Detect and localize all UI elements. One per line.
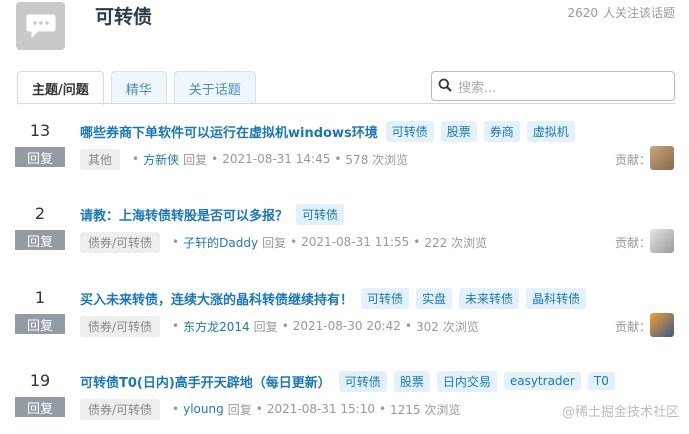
question-title-line: 可转债T0(日内)高手开天辟地（每日更新） 可转债 股票 日内交易 easytr… xyxy=(80,370,622,392)
tab-about[interactable]: 关于话题 xyxy=(173,71,256,104)
followers-label: 人关注该话题 xyxy=(602,6,675,20)
separator-dot: • xyxy=(211,152,219,166)
action-label: 回复 xyxy=(183,152,208,167)
action-label: 回复 xyxy=(227,402,252,417)
separator-dot: • xyxy=(172,235,180,249)
followers-count: 2620 人关注该话题 xyxy=(567,4,675,21)
topic-tag[interactable]: 可转债 xyxy=(338,370,387,392)
topic-tag[interactable]: T0 xyxy=(587,372,615,390)
tab-topics[interactable]: 主题/问题 xyxy=(17,71,104,105)
topic-tag[interactable]: 可转债 xyxy=(296,203,345,225)
topic-tag[interactable]: 股票 xyxy=(440,120,477,142)
question-title-line: 买入未来转债，连续大涨的晶科转债继续持有！ 可转债 实盘 未来转债 晶科转债 xyxy=(80,287,593,309)
watermark: @稀土掘金技术社区 xyxy=(561,405,679,420)
tab-featured[interactable]: 精华 xyxy=(110,71,167,104)
contributors-label: 贡献： xyxy=(615,236,652,250)
reply-count: 2 xyxy=(34,204,46,223)
page-title: 可转债 xyxy=(95,6,153,28)
separator-dot: • xyxy=(378,402,387,416)
avatar[interactable] xyxy=(650,146,674,170)
question-title-link[interactable]: 可转债T0(日内)高手开天辟地（每日更新） xyxy=(80,372,331,391)
question-title-line: 请教：上海转债转股是否可以多报？ 可转债 xyxy=(80,203,351,225)
author-link[interactable]: 东方龙2014 xyxy=(183,318,250,335)
separator-dot: • xyxy=(281,319,289,333)
question-title-link[interactable]: 哪些券商下单软件可以运行在虚拟机windows环境 xyxy=(80,122,378,141)
reply-count: 1 xyxy=(34,288,46,307)
question-meta: 债券/可转债 • yloung 回复 • 2021-08-31 15:10 • … xyxy=(80,398,461,420)
topic-tag[interactable]: easytrader xyxy=(503,372,581,390)
avatar[interactable] xyxy=(650,313,674,337)
timestamp: 2021-08-31 14:45 xyxy=(222,152,331,166)
topic-page: 可转债 2620 人关注该话题 主题/问题 精华 关于话题 搜索... 13 回复… xyxy=(0,0,689,434)
view-count: 222 次浏览 xyxy=(424,235,488,250)
search-input[interactable]: 搜索... xyxy=(431,71,675,101)
question-title-line: 哪些券商下单软件可以运行在虚拟机windows环境 可转债 股票 券商 虚拟机 xyxy=(80,120,582,142)
separator-dot: • xyxy=(290,235,298,249)
question-meta: 债券/可转债 • 东方龙2014 回复 • 2021-08-30 20:42 •… xyxy=(80,315,479,337)
action-label: 回复 xyxy=(253,319,278,334)
author-link[interactable]: 方新侠 xyxy=(143,151,179,168)
author-link[interactable]: yloung xyxy=(183,402,224,416)
reply-badge: 回复 xyxy=(15,147,65,167)
separator-dot: • xyxy=(172,402,180,416)
separator-dot: • xyxy=(413,235,421,249)
category-tag[interactable]: 债券/可转债 xyxy=(80,398,161,420)
reply-count: 13 xyxy=(29,121,51,140)
question-title-link[interactable]: 请教：上海转债转股是否可以多报？ xyxy=(80,205,288,224)
topic-tag[interactable]: 日内交易 xyxy=(436,370,497,392)
timestamp: 2021-08-31 15:10 xyxy=(266,402,375,416)
tab-divider xyxy=(17,103,675,104)
separator-dot: • xyxy=(334,152,342,166)
question-meta: 债券/可转债 • 子轩的Daddy 回复 • 2021-08-31 11:55 … xyxy=(80,231,488,253)
question-item: 1 回复 买入未来转债，连续大涨的晶科转债继续持有！ 可转债 实盘 未来转债 晶… xyxy=(0,287,689,372)
category-tag[interactable]: 其他 xyxy=(80,148,121,170)
question-meta: 其他 • 方新侠 回复 • 2021-08-31 14:45 • 578 次浏览 xyxy=(80,148,409,170)
topic-tag[interactable]: 股票 xyxy=(393,370,430,392)
separator-dot: • xyxy=(172,319,180,333)
view-count: 1215 次浏览 xyxy=(390,402,461,417)
topic-tag[interactable]: 可转债 xyxy=(385,120,434,142)
reply-badge: 回复 xyxy=(15,397,65,417)
view-count: 302 次浏览 xyxy=(415,319,479,334)
category-tag[interactable]: 债券/可转债 xyxy=(80,231,161,253)
avatar[interactable] xyxy=(650,229,674,253)
topic-tag[interactable]: 晶科转债 xyxy=(526,287,587,309)
topic-tag[interactable]: 券商 xyxy=(483,120,520,142)
followers-number: 2620 xyxy=(567,6,598,20)
view-count: 578 次浏览 xyxy=(345,152,409,167)
search-icon xyxy=(438,77,452,96)
search-placeholder: 搜索... xyxy=(458,80,497,96)
reply-count: 19 xyxy=(29,371,51,390)
author-link[interactable]: 子轩的Daddy xyxy=(183,234,258,251)
separator-dot: • xyxy=(255,402,263,416)
action-label: 回复 xyxy=(262,235,287,250)
topic-tag[interactable]: 虚拟机 xyxy=(526,120,575,142)
question-item: 13 回复 哪些券商下单软件可以运行在虚拟机windows环境 可转债 股票 券… xyxy=(0,120,689,205)
separator-dot: • xyxy=(132,152,140,166)
contributors-label: 贡献： xyxy=(615,153,652,167)
timestamp: 2021-08-30 20:42 xyxy=(292,319,401,333)
reply-badge: 回复 xyxy=(15,314,65,334)
category-tag[interactable]: 债券/可转债 xyxy=(80,315,161,337)
chat-bubble-icon xyxy=(16,2,65,50)
question-title-link[interactable]: 买入未来转债，连续大涨的晶科转债继续持有！ xyxy=(80,289,353,308)
topic-tag[interactable]: 未来转债 xyxy=(459,287,520,309)
separator-dot: • xyxy=(404,319,412,333)
topic-tabs: 主题/问题 精华 关于话题 xyxy=(17,71,263,105)
topic-tag[interactable]: 实盘 xyxy=(416,287,453,309)
timestamp: 2021-08-31 11:55 xyxy=(301,235,410,249)
question-item: 2 回复 请教：上海转债转股是否可以多报？ 可转债 债券/可转债 • 子轩的Da… xyxy=(0,203,689,288)
topic-tag[interactable]: 可转债 xyxy=(361,287,410,309)
reply-badge: 回复 xyxy=(15,230,65,250)
contributors-label: 贡献： xyxy=(615,320,652,334)
